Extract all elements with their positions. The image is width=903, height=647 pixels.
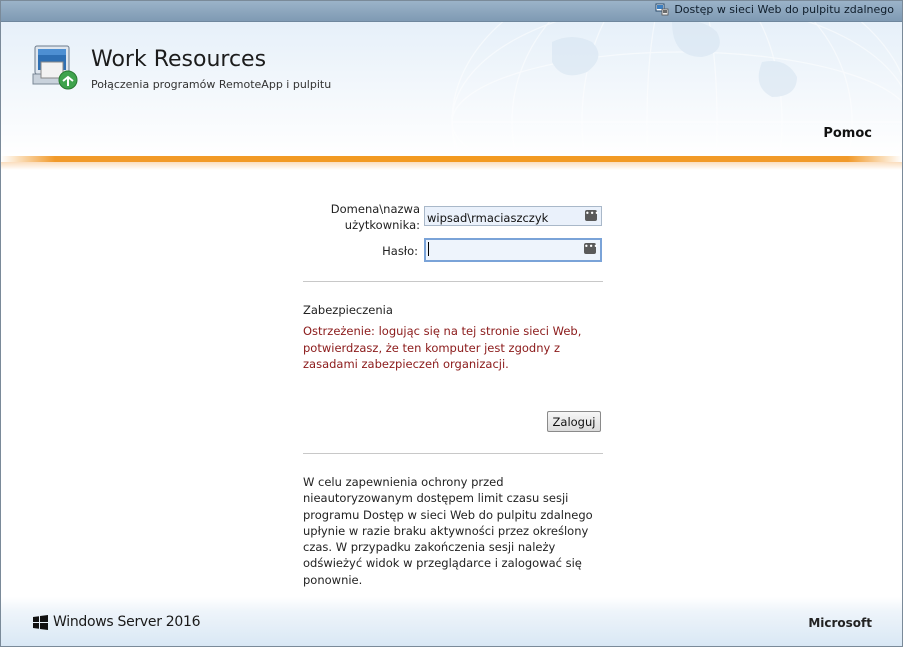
help-link[interactable]: Pomoc <box>823 126 872 141</box>
rdweb-access-link[interactable]: Dostęp w sieci Web do pulpitu zdalnego <box>655 3 894 16</box>
password-input[interactable] <box>428 242 578 260</box>
username-input[interactable] <box>427 209 577 227</box>
username-label-line2: użytkownika: <box>344 218 420 232</box>
username-field[interactable]: ••• <box>424 206 602 227</box>
page-title: Work Resources <box>91 47 267 72</box>
remote-desktop-icon <box>655 3 669 16</box>
rdweb-access-label: Dostęp w sieci Web do pulpitu zdalnego <box>674 3 894 16</box>
login-button[interactable]: Zaloguj <box>547 411 601 432</box>
product-name: Windows Server 2016 <box>53 614 201 630</box>
username-label: Domena\nazwa użytkownika: <box>301 201 420 233</box>
form-divider-bottom <box>303 453 603 454</box>
password-field[interactable]: ••• <box>424 238 602 262</box>
password-label: Hasło: <box>382 244 418 258</box>
username-label-line1: Domena\nazwa <box>330 202 420 216</box>
windows-logo-icon <box>33 615 48 630</box>
page-subtitle: Połączenia programów RemoteApp i pulpitu <box>91 78 332 91</box>
form-divider-top <box>303 281 603 282</box>
page-footer: Windows Server 2016 Microsoft <box>1 597 902 646</box>
credential-icon[interactable]: ••• <box>585 210 599 221</box>
top-bar: Dostęp w sieci Web do pulpitu zdalnego <box>1 1 902 22</box>
credential-icon[interactable]: ••• <box>584 243 598 254</box>
browser-page: Dostęp w sieci Web do pulpitu zdalnego W… <box>0 0 903 647</box>
security-title: Zabezpieczenia <box>303 303 393 317</box>
remoteapp-logo-icon <box>32 45 78 90</box>
security-warning: Ostrzeżenie: logując się na tej stronie … <box>303 324 582 371</box>
vendor-name: Microsoft <box>808 616 872 630</box>
page-header: Work Resources Połączenia programów Remo… <box>1 22 902 156</box>
session-timeout-info: W celu zapewnienia ochrony przed nieauto… <box>303 475 593 587</box>
orange-separator-glow <box>1 162 902 170</box>
text-caret <box>428 242 429 256</box>
